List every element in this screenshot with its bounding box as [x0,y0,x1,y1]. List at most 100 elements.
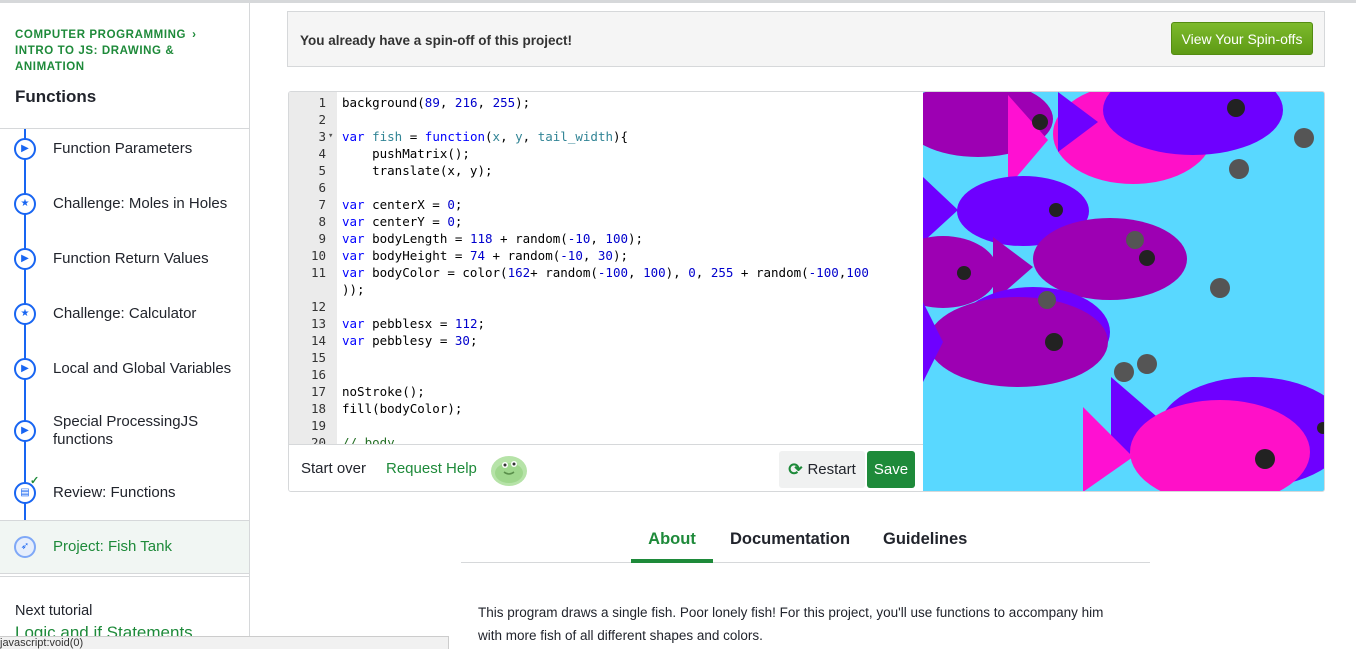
code-line[interactable]: 17 noStroke(); [289,383,923,400]
sidebar-item-label: Local and Global Variables [53,360,232,377]
line-number: 8 [318,214,326,229]
output-canvas[interactable] [923,92,1324,491]
line-number: 15 [310,350,326,365]
spinoff-message: You already have a spin-off of this proj… [300,33,573,48]
code-text: var bodyColor = color(162+ random(-100, … [342,265,869,280]
code-editor[interactable]: 1 background(89, 216, 255); 2 3 ▾ var fish = … [289,92,923,444]
restart-label: Restart [807,461,856,478]
code-text: var centerX = 0; [342,197,463,212]
fish-tank-drawing [923,92,1324,491]
code-text: translate(x, y); [342,163,493,178]
unit-title: Functions [15,87,97,106]
info-tabs: About Documentation Guidelines [461,525,1150,563]
divider [0,576,250,577]
play-icon: ▶ [14,420,36,442]
line-number: 17 [310,384,326,399]
play-icon: ▶ [14,358,36,380]
code-line[interactable]: 8 var centerY = 0; [289,213,923,230]
code-line[interactable]: 1 background(89, 216, 255); [289,94,923,111]
code-text: var centerY = 0; [342,214,463,229]
code-line[interactable]: 14 var pebblesy = 30; [289,332,923,349]
code-line[interactable]: 4 pushMatrix(); [289,145,923,162]
code-text: var pebblesy = 30; [342,333,478,348]
fold-arrow-icon[interactable]: ▾ [328,128,333,145]
editor-toolbar: Start over Request Help ⟳ Restart Save [289,444,923,491]
code-line[interactable]: 11 var bodyColor = color(162+ random(-100… [289,264,923,281]
rocket-icon: ➶ [14,536,36,558]
tab-guidelines[interactable]: Guidelines [883,530,967,563]
line-number: 16 [310,367,326,382]
code-line[interactable]: 3 ▾ var fish = function(x, y, tail_width){ [289,128,923,145]
line-number: 5 [318,163,326,178]
refresh-icon: ⟳ [788,459,803,479]
code-line[interactable]: 20 // body [289,434,923,444]
code-line[interactable]: 9 var bodyLength = 118 + random(-10, 100)… [289,230,923,247]
save-button[interactable]: Save [867,451,915,488]
code-text: var bodyHeight = 74 + random(-10, 30); [342,248,629,263]
star-icon: ★ [14,193,36,215]
line-number: 4 [318,146,326,161]
sidebar-item-special-processingjs[interactable]: ▶ Special ProcessingJS functions [0,404,249,458]
sidebar-item-label: Project: Fish Tank [53,538,172,555]
line-number: 6 [318,180,326,195]
sidebar-item-calculator[interactable]: ★ Challenge: Calculator [0,287,249,341]
code-line[interactable]: 2 [289,111,923,128]
sidebar-item-label: Function Return Values [53,250,209,267]
sidebar-item-function-return-values[interactable]: ▶ Function Return Values [0,232,249,286]
code-line[interactable]: 15 [289,349,923,366]
restart-button[interactable]: ⟳ Restart [779,451,865,488]
check-icon: ✓ [30,475,40,487]
code-line[interactable]: 13 var pebblesx = 112; [289,315,923,332]
code-line[interactable]: 10 var bodyHeight = 74 + random(-10, 30); [289,247,923,264]
sidebar-item-local-global-variables[interactable]: ▶ Local and Global Variables [0,342,249,396]
chevron-right-icon: › [192,29,197,41]
code-line[interactable]: 12 [289,298,923,315]
code-text: pushMatrix(); [342,146,470,161]
code-text: // body [342,435,395,444]
line-number: 10 [310,248,326,263]
code-text: fill(bodyColor); [342,401,463,416]
code-line[interactable]: 5 translate(x, y); [289,162,923,179]
line-number: 14 [310,333,326,348]
breadcrumb[interactable]: COMPUTER PROGRAMMING › INTRO TO JS: DRAWI… [15,27,235,75]
code-text: background(89, 216, 255); [342,95,531,110]
about-description: This program draws a single fish. Poor l… [478,605,1104,643]
hint-blob-icon[interactable] [489,451,529,487]
editor-panel: 1 background(89, 216, 255); 2 3 ▾ var fish = … [288,91,1325,492]
line-number: 11 [310,265,326,280]
line-number: 18 [310,401,326,416]
tab-documentation[interactable]: Documentation [730,530,850,563]
line-number: 3 [318,129,326,144]
play-icon: ▶ [14,138,36,160]
sidebar: COMPUTER PROGRAMMING › INTRO TO JS: DRAWI… [0,3,250,649]
start-over-link[interactable]: Start over [301,460,366,477]
code-line[interactable]: 7 var centerX = 0; [289,196,923,213]
view-spinoffs-button[interactable]: View Your Spin-offs [1171,22,1313,55]
line-number: 20 [310,435,326,444]
code-line[interactable]: )); [289,281,923,298]
sidebar-item-label: Challenge: Calculator [53,305,197,322]
sidebar-item-fish-tank[interactable]: ➶ Project: Fish Tank [0,520,249,574]
code-line[interactable]: 19 [289,417,923,434]
line-number: 2 [318,112,326,127]
sidebar-item-function-parameters[interactable]: ▶ Function Parameters [0,122,249,176]
breadcrumb-course[interactable]: COMPUTER PROGRAMMING [15,29,186,41]
star-icon: ★ [14,303,36,325]
next-tutorial-label: Next tutorial [15,603,93,619]
line-number: 12 [310,299,326,314]
line-number: 7 [318,197,326,212]
code-line[interactable]: 16 [289,366,923,383]
sidebar-item-moles-in-holes[interactable]: ★ Challenge: Moles in Holes [0,177,249,231]
code-line[interactable]: 6 [289,179,923,196]
code-text: var bodyLength = 118 + random(-10, 100); [342,231,644,246]
tab-about[interactable]: About [631,530,713,563]
breadcrumb-unit[interactable]: INTRO TO JS: DRAWING & ANIMATION [15,45,174,73]
request-help-link[interactable]: Request Help [386,460,477,477]
sidebar-item-label: Special ProcessingJS functions [53,413,199,448]
spinoff-banner: You already have a spin-off of this proj… [287,11,1325,67]
status-bar: javascript:void(0) [0,636,449,649]
code-text: noStroke(); [342,384,425,399]
sidebar-item-review-functions[interactable]: ▤ ✓ Review: Functions [0,466,249,520]
code-text: )); [342,282,365,297]
code-line[interactable]: 18 fill(bodyColor); [289,400,923,417]
